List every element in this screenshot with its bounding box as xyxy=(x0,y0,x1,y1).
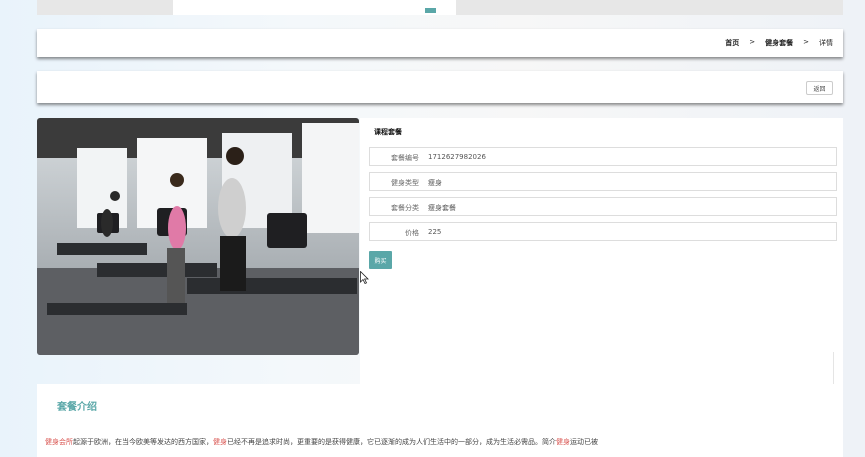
mouse-cursor-icon xyxy=(360,271,369,284)
intro-text-part: 运动已被 xyxy=(570,438,598,446)
active-nav-indicator xyxy=(425,8,436,13)
course-section-title: 课程套餐 xyxy=(374,128,402,136)
breadcrumb-current: 详情 xyxy=(819,39,833,47)
field-package-id: 套餐编号 1712627982026 xyxy=(369,147,837,166)
breadcrumb-home[interactable]: 首页 xyxy=(725,38,739,48)
buy-button[interactable]: 购买 xyxy=(369,251,392,269)
field-package-category: 套餐分类 瘦身套餐 xyxy=(369,197,837,216)
top-nav-bar xyxy=(37,0,843,15)
field-label: 套餐分类 xyxy=(391,204,419,212)
intro-text-part: 健身会所 xyxy=(45,438,73,446)
intro-title: 套餐介绍 xyxy=(57,402,97,413)
field-value: 瘦身 xyxy=(428,179,442,187)
field-value: 1712627982026 xyxy=(428,153,486,161)
field-label: 健身类型 xyxy=(391,179,419,187)
course-image xyxy=(37,118,359,355)
breadcrumb-bar: 首页 > 健身套餐 > 详情 xyxy=(37,29,843,57)
breadcrumb-separator: > xyxy=(749,38,756,46)
field-label: 套餐编号 xyxy=(391,154,419,162)
intro-section: 套餐介绍 健身会所起源于欧洲，在当今欧美等发达的西方国家，健身已经不再是追求时尚… xyxy=(37,384,843,457)
breadcrumb-category[interactable]: 健身套餐 xyxy=(765,38,793,48)
course-detail-panel: 课程套餐 套餐编号 1712627982026 健身类型 瘦身 套餐分类 瘦身套… xyxy=(360,118,843,384)
field-fitness-type: 健身类型 瘦身 xyxy=(369,172,837,191)
intro-text-part: 健身 xyxy=(556,438,570,446)
intro-text: 健身会所起源于欧洲，在当今欧美等发达的西方国家，健身已经不再是追求时尚，更重要的… xyxy=(45,437,598,447)
field-label: 价格 xyxy=(405,229,419,237)
top-nav-center xyxy=(173,0,456,15)
intro-text-part: 起源于欧洲，在当今欧美等发达的西方国家， xyxy=(73,438,213,446)
intro-text-part: 健身 xyxy=(213,438,227,446)
intro-text-part: 已经不再是追求时尚，更重要的是获得健康，它已逐渐的成为人们生活中的一部分，成为生… xyxy=(227,438,556,446)
breadcrumb: 首页 > 健身套餐 > 详情 xyxy=(725,38,833,48)
action-bar: 返回 xyxy=(37,71,843,103)
field-value: 225 xyxy=(428,228,442,236)
breadcrumb-separator: > xyxy=(803,38,809,46)
field-value: 瘦身套餐 xyxy=(428,204,456,212)
back-button[interactable]: 返回 xyxy=(806,81,833,95)
field-price: 价格 225 xyxy=(369,222,837,241)
